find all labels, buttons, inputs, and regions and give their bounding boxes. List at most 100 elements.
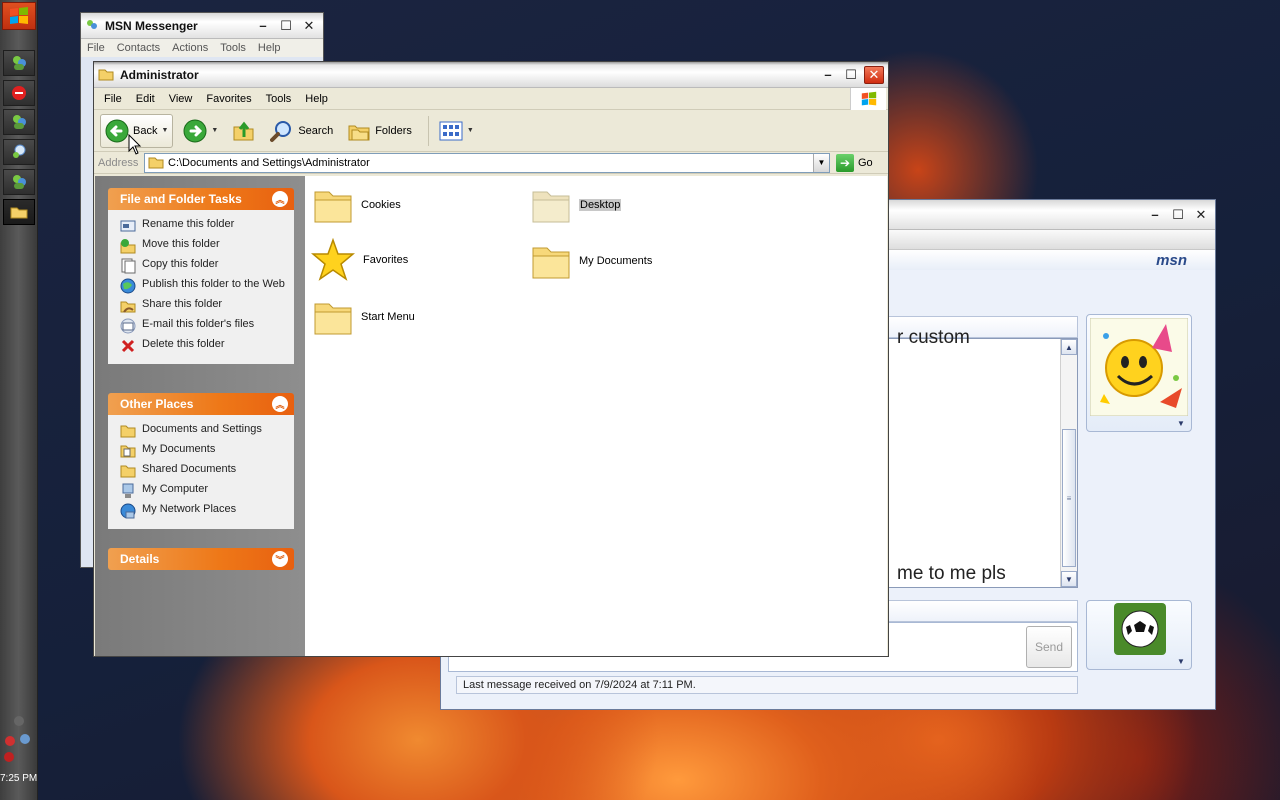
contact-avatar-frame[interactable]: ▼ [1086, 314, 1192, 432]
place-label[interactable]: My Network Places [142, 503, 236, 516]
task-label[interactable]: Move this folder [142, 238, 220, 251]
menu-tools[interactable]: Tools [266, 93, 292, 105]
up-folder-icon [233, 121, 254, 140]
views-dropdown-icon[interactable]: ▼ [467, 127, 474, 134]
task-delete[interactable]: Delete this folder [120, 336, 294, 356]
tray-messenger-icon[interactable] [5, 736, 15, 746]
close-button[interactable]: ✕ [864, 65, 884, 84]
msn-title: MSN Messenger [105, 18, 198, 33]
menu-contacts[interactable]: Contacts [117, 42, 160, 54]
place-my-network-places[interactable]: My Network Places [120, 501, 294, 521]
taskbar-messenger-button[interactable] [3, 50, 35, 76]
address-input[interactable]: C:\Documents and Settings\Administrator … [144, 152, 830, 173]
task-share[interactable]: Share this folder [120, 296, 294, 316]
expand-chevron-icon[interactable]: ︾ [272, 551, 288, 567]
place-label[interactable]: My Computer [142, 483, 208, 496]
file-folder-tasks-header[interactable]: File and Folder Tasks ︽ [108, 188, 294, 210]
task-email[interactable]: E-mail this folder's files [120, 316, 294, 336]
explorer-menubar: File Edit View Favorites Tools Help [94, 88, 888, 110]
other-places-header[interactable]: Other Places ︽ [108, 393, 294, 415]
task-label[interactable]: Delete this folder [142, 338, 225, 351]
maximize-button[interactable]: ☐ [1168, 206, 1188, 224]
taskbar-chat-button[interactable] [3, 139, 35, 165]
place-shared-documents[interactable]: Shared Documents [120, 461, 294, 481]
tray-security-icon[interactable] [4, 752, 14, 762]
send-button[interactable]: Send [1026, 626, 1072, 668]
collapse-chevron-icon[interactable]: ︽ [272, 396, 288, 412]
avatar-menu-chevron-icon[interactable]: ▼ [1177, 657, 1185, 666]
place-my-documents[interactable]: My Documents [120, 441, 294, 461]
tray-network-icon[interactable] [20, 734, 30, 744]
close-button[interactable]: ✕ [1191, 206, 1211, 224]
task-label[interactable]: Copy this folder [142, 258, 218, 271]
task-copy[interactable]: Copy this folder [120, 256, 294, 276]
taskbar-messenger-button-3[interactable] [3, 169, 35, 195]
menu-help[interactable]: Help [258, 42, 281, 54]
folders-button[interactable]: Folders [343, 114, 416, 148]
views-button[interactable]: ▼ [435, 114, 478, 148]
file-item-my-documents[interactable]: My Documents [531, 242, 652, 280]
folder-icon [98, 69, 114, 81]
menu-help[interactable]: Help [305, 93, 328, 105]
details-header[interactable]: Details ︾ [108, 548, 294, 570]
file-item-start-menu[interactable]: Start Menu [313, 298, 415, 336]
task-label[interactable]: Publish this folder to the Web [142, 278, 285, 291]
messenger-icon [13, 175, 26, 189]
place-label[interactable]: Shared Documents [142, 463, 236, 476]
menu-actions[interactable]: Actions [172, 42, 208, 54]
forward-arrow-icon [183, 119, 207, 142]
history-scrollbar[interactable]: ▲ ≡ ▼ [1060, 339, 1077, 587]
msn-titlebar[interactable]: MSN Messenger – ☐ ✕ [81, 13, 323, 39]
place-my-computer[interactable]: My Computer [120, 481, 294, 501]
menu-tools[interactable]: Tools [220, 42, 246, 54]
minimize-button[interactable]: – [818, 66, 838, 84]
scroll-thumb[interactable]: ≡ [1062, 429, 1076, 567]
search-icon [270, 120, 292, 142]
folder-icon [314, 191, 352, 223]
scroll-down-button[interactable]: ▼ [1061, 571, 1077, 587]
avatar-menu-chevron-icon[interactable]: ▼ [1177, 419, 1185, 428]
go-button[interactable]: ➔ Go [836, 153, 873, 172]
close-button[interactable]: ✕ [299, 17, 319, 35]
file-item-cookies[interactable]: Cookies [313, 186, 401, 224]
forward-button[interactable]: ▼ [179, 114, 222, 148]
address-dropdown-icon[interactable]: ▼ [813, 153, 829, 172]
file-folder-tasks-panel: File and Folder Tasks ︽ Rename this fold… [108, 188, 294, 364]
menu-file[interactable]: File [87, 42, 105, 54]
forward-dropdown-icon[interactable]: ▼ [211, 127, 218, 134]
file-item-desktop[interactable]: Desktop [531, 186, 622, 224]
place-documents-settings[interactable]: Documents and Settings [120, 421, 294, 441]
mouse-cursor-icon [128, 134, 142, 155]
task-publish[interactable]: Publish this folder to the Web [120, 276, 294, 296]
tray-arrow-icon[interactable] [14, 716, 24, 726]
file-item-favorites[interactable]: Favorites [311, 238, 408, 282]
task-move[interactable]: Move this folder [120, 236, 294, 256]
minimize-button[interactable]: – [1145, 206, 1165, 224]
maximize-button[interactable]: ☐ [841, 66, 861, 84]
menu-edit[interactable]: Edit [136, 93, 155, 105]
taskbar-stop-button[interactable] [3, 80, 35, 106]
toolbar-separator [427, 115, 429, 146]
start-button[interactable] [2, 2, 36, 30]
task-label[interactable]: E-mail this folder's files [142, 318, 254, 331]
search-button[interactable]: Search [266, 114, 337, 148]
task-label[interactable]: Rename this folder [142, 218, 234, 231]
file-name: Favorites [363, 254, 409, 266]
up-folder-button[interactable] [228, 114, 260, 148]
taskbar-explorer-button[interactable] [3, 199, 35, 225]
task-label[interactable]: Share this folder [142, 298, 222, 311]
menu-view[interactable]: View [169, 93, 193, 105]
collapse-chevron-icon[interactable]: ︽ [272, 191, 288, 207]
own-avatar-frame[interactable]: ▼ [1086, 600, 1192, 670]
minimize-button[interactable]: – [253, 17, 273, 35]
menu-file[interactable]: File [104, 93, 122, 105]
back-dropdown-icon[interactable]: ▼ [161, 127, 168, 134]
place-label[interactable]: Documents and Settings [142, 423, 262, 436]
task-rename[interactable]: Rename this folder [120, 216, 294, 236]
explorer-titlebar[interactable]: Administrator – ☐ ✕ [94, 62, 888, 88]
maximize-button[interactable]: ☐ [276, 17, 296, 35]
place-label[interactable]: My Documents [142, 443, 215, 456]
taskbar-messenger-button-2[interactable] [3, 109, 35, 135]
scroll-up-button[interactable]: ▲ [1061, 339, 1077, 355]
menu-favorites[interactable]: Favorites [206, 93, 251, 105]
